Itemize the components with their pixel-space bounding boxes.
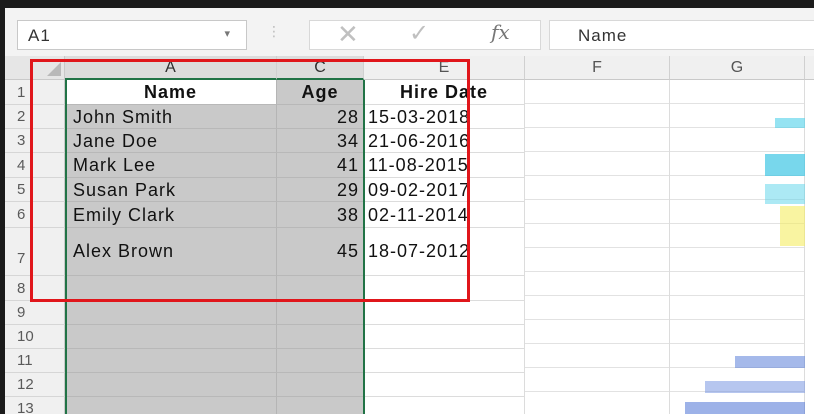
cell-e5[interactable]: 09-02-2017 xyxy=(364,178,525,202)
name-box[interactable]: A1 ▾ xyxy=(17,20,247,50)
formula-bar-resize-handle[interactable]: ⋮ xyxy=(267,23,281,40)
chevron-down-icon[interactable]: ▾ xyxy=(224,27,230,40)
deco-blue-4 xyxy=(735,356,805,368)
close-icon[interactable]: ✕ xyxy=(337,19,359,50)
cell-e9[interactable] xyxy=(364,301,525,325)
deco-blue-1 xyxy=(775,118,805,128)
worksheet-grid: A C E F G 1 2 3 4 5 6 7 8 9 10 11 12 13 … xyxy=(5,56,814,414)
column-header-c[interactable]: C xyxy=(277,56,364,80)
row-header-5[interactable]: 5 xyxy=(5,178,65,202)
cell-c10[interactable] xyxy=(277,325,364,349)
cell-a10[interactable] xyxy=(65,325,277,349)
row-header-11[interactable]: 11 xyxy=(5,349,65,373)
deco-yellow xyxy=(780,206,805,246)
cell-c6[interactable]: 38 xyxy=(277,202,364,228)
row-header-4[interactable]: 4 xyxy=(5,153,65,178)
cell-a5[interactable]: Susan Park xyxy=(65,178,277,202)
cell-a3[interactable]: Jane Doe xyxy=(65,129,277,153)
column-f-cells[interactable] xyxy=(525,80,670,414)
column-header-next[interactable] xyxy=(805,56,814,80)
cell-a9[interactable] xyxy=(65,301,277,325)
formula-bar: A1 ▾ ⋮ ✕ ✓ fx Name xyxy=(5,8,814,52)
row-header-13[interactable]: 13 xyxy=(5,397,65,414)
deco-blue-5 xyxy=(705,381,805,393)
cell-e1[interactable]: Hire Date xyxy=(364,80,525,105)
cell-a11[interactable] xyxy=(65,349,277,373)
row-header-12[interactable]: 12 xyxy=(5,373,65,397)
cell-e11[interactable] xyxy=(364,349,525,373)
deco-blue-3 xyxy=(765,184,805,204)
row-header-2[interactable]: 2 xyxy=(5,105,65,129)
cell-e6[interactable]: 02-11-2014 xyxy=(364,202,525,228)
cell-e8[interactable] xyxy=(364,276,525,301)
cell-e2[interactable]: 15-03-2018 xyxy=(364,105,525,129)
row-header-10[interactable]: 10 xyxy=(5,325,65,349)
cell-c7[interactable]: 45 xyxy=(277,228,364,276)
cell-e10[interactable] xyxy=(364,325,525,349)
cell-c11[interactable] xyxy=(277,349,364,373)
deco-blue-6 xyxy=(685,402,805,414)
row-header-1[interactable]: 1 xyxy=(5,80,65,105)
cell-a7[interactable]: Alex Brown xyxy=(65,228,277,276)
window-frame-top xyxy=(0,0,814,8)
select-all-triangle-icon xyxy=(47,62,61,76)
cell-a2[interactable]: John Smith xyxy=(65,105,277,129)
deco-blue-2 xyxy=(765,154,805,176)
selection-border-left xyxy=(65,80,67,414)
cell-a8[interactable] xyxy=(65,276,277,301)
select-all-button[interactable] xyxy=(5,56,65,80)
row-header-8[interactable]: 8 xyxy=(5,276,65,301)
column-header-g[interactable]: G xyxy=(670,56,805,80)
cell-a6[interactable]: Emily Clark xyxy=(65,202,277,228)
row-header-7[interactable]: 7 xyxy=(5,228,65,276)
row-header-6[interactable]: 6 xyxy=(5,202,65,228)
name-box-value: A1 xyxy=(28,26,51,45)
cell-c2[interactable]: 28 xyxy=(277,105,364,129)
cell-c3[interactable]: 34 xyxy=(277,129,364,153)
column-header-a[interactable]: A xyxy=(65,56,277,80)
cell-c13[interactable] xyxy=(277,397,364,414)
cell-e4[interactable]: 11-08-2015 xyxy=(364,153,525,178)
cell-c1[interactable]: Age xyxy=(277,80,364,105)
cell-c4[interactable]: 41 xyxy=(277,153,364,178)
cell-c8[interactable] xyxy=(277,276,364,301)
cell-a12[interactable] xyxy=(65,373,277,397)
formula-input-value: Name xyxy=(578,26,628,45)
column-header-e[interactable]: E xyxy=(364,56,525,80)
cell-e3[interactable]: 21-06-2016 xyxy=(364,129,525,153)
cell-a1[interactable]: Name xyxy=(65,80,277,105)
row-header-9[interactable]: 9 xyxy=(5,301,65,325)
cell-e13[interactable] xyxy=(364,397,525,414)
cell-a4[interactable]: Mark Lee xyxy=(65,153,277,178)
cell-c5[interactable]: 29 xyxy=(277,178,364,202)
cell-c9[interactable] xyxy=(277,301,364,325)
insert-function-button[interactable]: fx xyxy=(491,20,510,44)
formula-input[interactable]: Name xyxy=(549,20,814,50)
column-header-f[interactable]: F xyxy=(525,56,670,80)
cell-c12[interactable] xyxy=(277,373,364,397)
cell-e7[interactable]: 18-07-2012 xyxy=(364,228,525,276)
cell-e12[interactable] xyxy=(364,373,525,397)
selection-border-right xyxy=(363,80,365,414)
checkmark-icon[interactable]: ✓ xyxy=(409,19,429,48)
cell-a13[interactable] xyxy=(65,397,277,414)
row-header-3[interactable]: 3 xyxy=(5,129,65,153)
